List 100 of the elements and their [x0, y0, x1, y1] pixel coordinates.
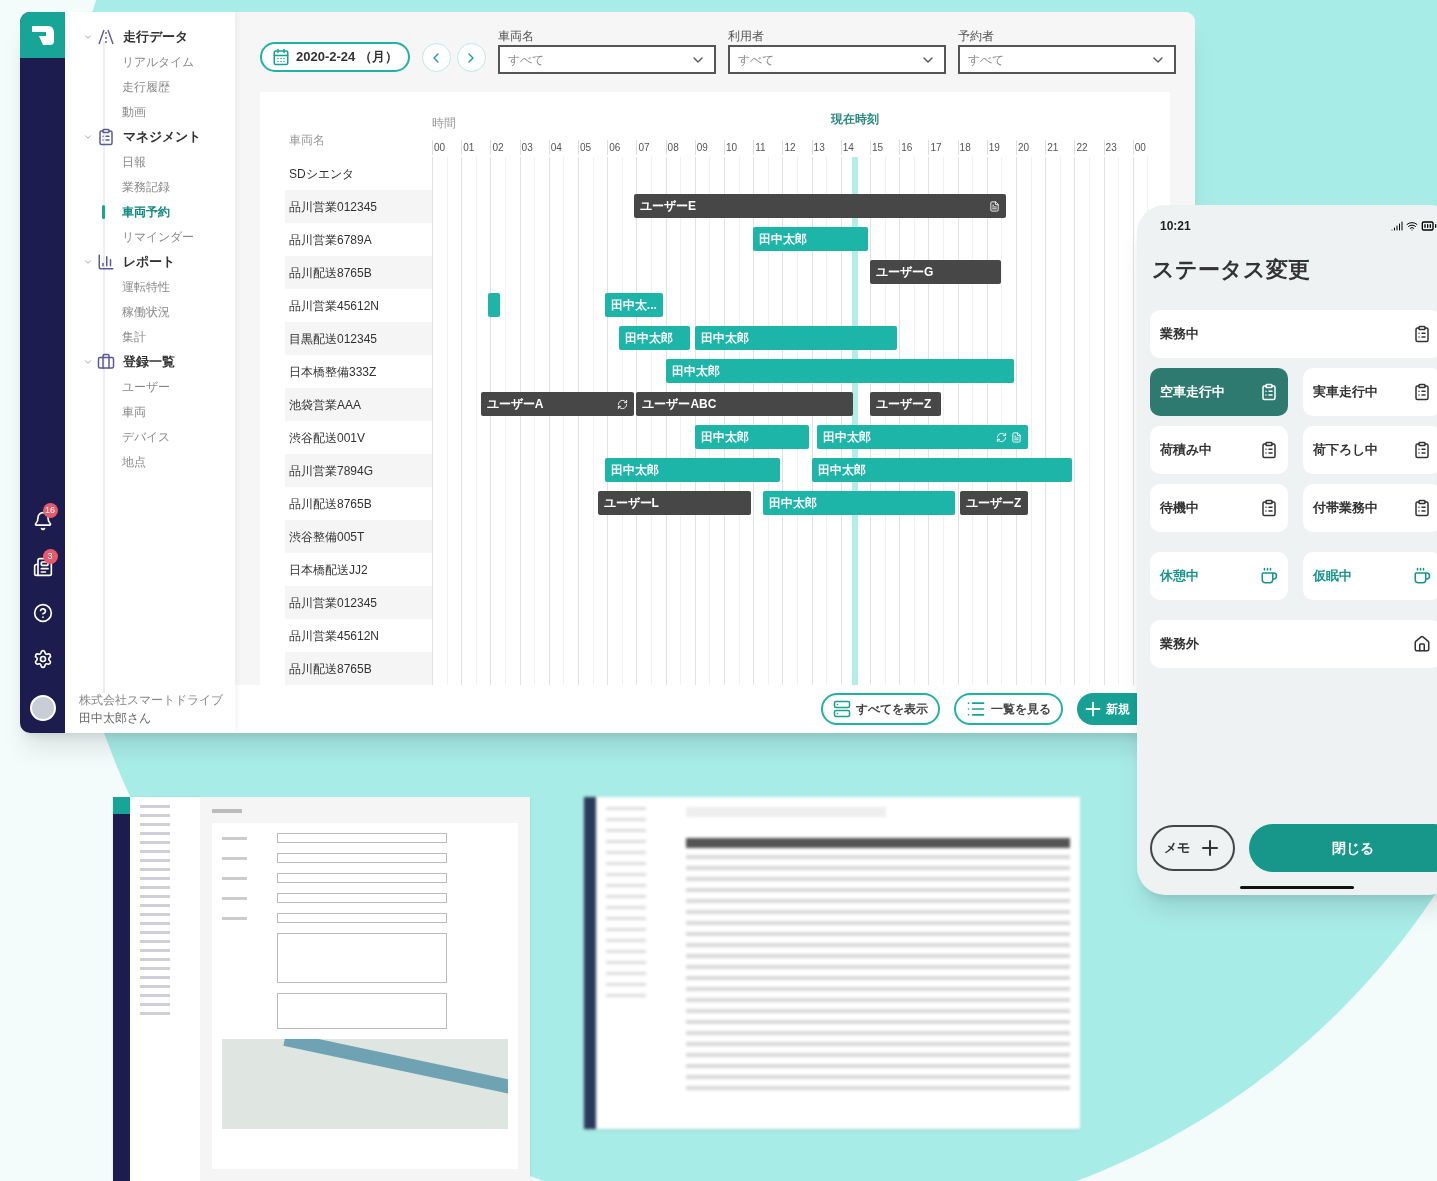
- booking-bar[interactable]: ユーザーZ: [870, 392, 941, 416]
- nav-item[interactable]: デバイス: [122, 427, 170, 446]
- hour-label: 11: [753, 140, 766, 155]
- hour-label: 10: [724, 140, 738, 155]
- nav-item[interactable]: 地点: [122, 452, 146, 471]
- vehicle-name: 品川営業6789A: [288, 231, 373, 249]
- booking-bar[interactable]: ユーザーZ: [959, 491, 1029, 515]
- nav-group[interactable]: マネジメント: [65, 124, 235, 149]
- filter-select[interactable]: すべて: [957, 45, 1176, 74]
- status-option[interactable]: 業務中: [1150, 310, 1437, 358]
- booking-bar[interactable]: ユーザーABC: [636, 392, 854, 416]
- nav-item[interactable]: 車両予約: [122, 202, 170, 221]
- road-icon: [97, 27, 115, 46]
- help-icon[interactable]: [32, 603, 53, 623]
- hour-label: 22: [1074, 140, 1088, 155]
- booking-bar[interactable]: ユーザーG: [870, 260, 1002, 284]
- nav-group[interactable]: 登録一覧: [65, 349, 235, 374]
- vehicle-name: 品川営業7894G: [285, 454, 432, 487]
- booking-bar[interactable]: 田中太郎: [604, 458, 781, 482]
- booking-bar[interactable]: 田中太郎: [694, 425, 810, 449]
- status-time: 10:21: [1160, 218, 1191, 235]
- company-name: 株式会社スマートドライブ: [79, 692, 224, 709]
- status-option[interactable]: 付帯業務中: [1303, 484, 1437, 532]
- booking-bar[interactable]: 田中太郎: [811, 458, 1073, 482]
- vehicle-name: SDシエンタ: [288, 165, 355, 183]
- booking-bar[interactable]: 田中太郎: [816, 425, 1029, 449]
- show-all-button[interactable]: すべてを表示: [821, 693, 940, 725]
- booking-bar[interactable]: 田中太郎: [619, 326, 690, 350]
- logo[interactable]: [20, 12, 65, 58]
- date-picker[interactable]: 2020-2-24 （月）: [260, 42, 410, 72]
- nav-item[interactable]: 業務記録: [122, 177, 170, 196]
- booking-bar[interactable]: [488, 293, 501, 317]
- hour-label: 19: [986, 140, 1000, 155]
- hour-label: 00: [432, 140, 446, 155]
- clipboard-icon: [1260, 383, 1278, 401]
- nav-group[interactable]: 走行データ: [65, 24, 235, 49]
- nav-item[interactable]: リマインダー: [122, 227, 194, 246]
- clipboard-icon: [1413, 499, 1431, 517]
- hour-label: 03: [519, 140, 533, 155]
- status-option[interactable]: 荷積み中: [1150, 426, 1288, 474]
- status-option[interactable]: 待機中: [1150, 484, 1288, 532]
- nav-item[interactable]: 動画: [122, 102, 146, 121]
- nav-group-label: マネジメント: [123, 127, 201, 146]
- vehicle-name: 渋谷整備005T: [285, 520, 432, 553]
- list-view-button[interactable]: 一覧を見る: [954, 693, 1063, 725]
- nav-group-label: レポート: [123, 252, 175, 271]
- hour-label: 18: [957, 140, 971, 155]
- vehicle-name: 日本橋配送JJ2: [288, 561, 369, 579]
- vehicle-name: 品川配送8765B: [285, 256, 432, 289]
- status-option[interactable]: 実車走行中: [1303, 368, 1437, 416]
- nav-item[interactable]: リアルタイム: [122, 52, 194, 71]
- booking-bar[interactable]: ユーザーL: [597, 491, 751, 515]
- house-icon: [1413, 635, 1431, 653]
- hour-label: 20: [1016, 140, 1030, 155]
- nav-group[interactable]: レポート: [65, 249, 235, 274]
- settings-icon[interactable]: [32, 649, 53, 669]
- status-option[interactable]: 空車走行中: [1150, 368, 1288, 416]
- status-option[interactable]: 仮眠中: [1303, 552, 1437, 600]
- filter-label: 予約者: [957, 30, 995, 42]
- clipboard-icon: [1260, 499, 1278, 517]
- memo-button[interactable]: メモ: [1150, 825, 1236, 871]
- booking-bar[interactable]: 田中太郎: [762, 491, 956, 515]
- clipboard-icon: [1413, 325, 1431, 343]
- calendar-icon: [272, 48, 290, 66]
- column-header: 車両名: [289, 132, 325, 149]
- nav-item[interactable]: 走行履歴: [122, 77, 170, 96]
- nav-item[interactable]: 運転特性: [122, 277, 170, 296]
- status-option[interactable]: 休憩中: [1150, 552, 1288, 600]
- booking-bar[interactable]: ユーザーA: [480, 392, 635, 416]
- clipboard-icon: [1260, 441, 1278, 459]
- nav-item[interactable]: 日報: [122, 152, 146, 171]
- nav-item[interactable]: ユーザー: [122, 377, 170, 396]
- vehicle-name: 品川営業012345: [285, 586, 432, 619]
- booking-bar[interactable]: 田中太郎: [665, 359, 1014, 383]
- nav-item[interactable]: 集計: [122, 327, 146, 346]
- vehicle-name: 池袋営業AAA: [285, 388, 432, 421]
- hour-label: 04: [548, 140, 562, 155]
- bell-icon[interactable]: [32, 511, 53, 531]
- hour-label: 15: [870, 140, 884, 155]
- avatar[interactable]: [29, 695, 56, 721]
- new-button[interactable]: 新規: [1077, 693, 1137, 725]
- vehicle-name: 渋谷配送001V: [288, 429, 367, 447]
- nav-item[interactable]: 稼働状況: [122, 302, 170, 321]
- booking-bar[interactable]: ユーザーE: [634, 194, 1007, 218]
- filter-select[interactable]: すべて: [497, 45, 716, 74]
- status-option[interactable]: 業務外: [1150, 620, 1437, 668]
- booking-bar[interactable]: 田中太郎: [694, 326, 897, 350]
- count-badge: 3: [42, 549, 58, 564]
- close-button[interactable]: 閉じる: [1249, 824, 1437, 872]
- hour-label: 00: [1132, 140, 1146, 155]
- hour-label: 09: [694, 140, 708, 155]
- vehicle-name: 目黒配送012345: [285, 322, 432, 355]
- booking-bar[interactable]: 田中太郎: [753, 227, 868, 251]
- battery-icon: [1421, 218, 1437, 234]
- nav-item[interactable]: 車両: [122, 402, 146, 421]
- news-icon[interactable]: [32, 557, 53, 577]
- booking-bar[interactable]: 田中太...: [604, 293, 664, 317]
- status-option[interactable]: 荷下ろし中: [1303, 426, 1437, 474]
- vehicle-name: 品川配送8765B: [288, 495, 373, 513]
- filter-select[interactable]: すべて: [727, 45, 946, 74]
